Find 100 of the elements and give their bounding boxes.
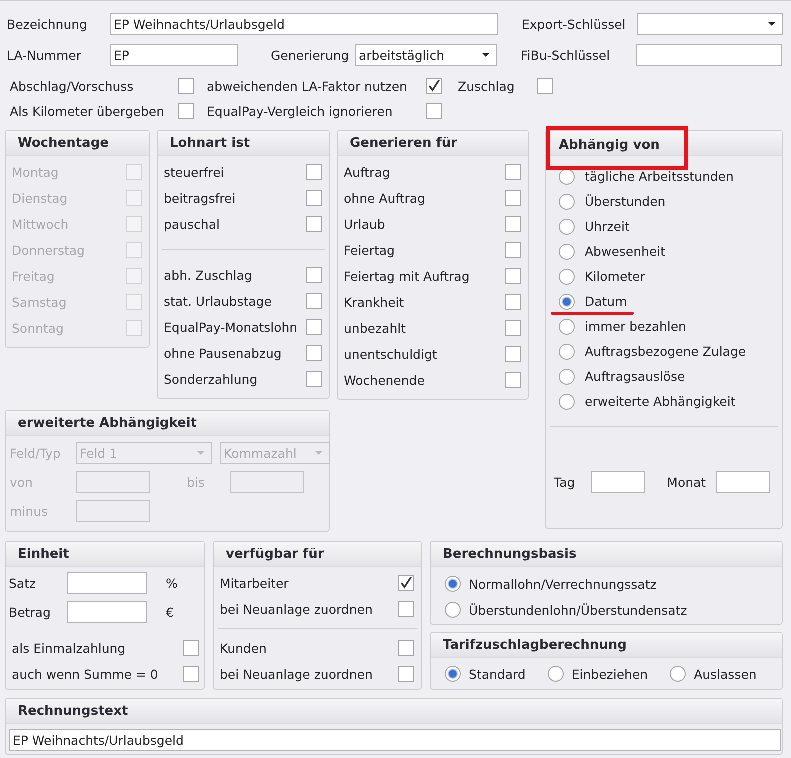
checkbox-label: Donnerstag	[12, 242, 85, 258]
radio-button[interactable]	[559, 344, 575, 360]
checkbox-label: bei Neuanlage zuordnen	[220, 602, 373, 616]
checkbox[interactable]	[505, 372, 521, 388]
radio-button[interactable]	[445, 576, 461, 592]
radio-button[interactable]	[559, 294, 575, 310]
checkbox-label: Samstag	[12, 294, 67, 310]
input-field[interactable]: EP	[110, 44, 238, 66]
radio-button[interactable]	[445, 666, 461, 682]
checkbox[interactable]	[306, 293, 322, 309]
input-field[interactable]: EP Weihnachts/Urlaubsgeld	[110, 13, 498, 35]
checkbox[interactable]	[398, 666, 414, 682]
checkbox-label: Mittwoch	[12, 216, 69, 232]
checkbox[interactable]	[398, 601, 414, 617]
checkbox[interactable]	[505, 320, 521, 336]
checkbox-label: steuerfrei	[164, 164, 224, 180]
radio-button[interactable]	[670, 666, 686, 682]
radio-button[interactable]	[559, 268, 575, 284]
field-label: bis	[186, 474, 206, 490]
radio-button[interactable]	[559, 194, 575, 210]
checkbox[interactable]	[426, 78, 442, 94]
checkbox[interactable]	[505, 216, 521, 232]
unit-label: %	[166, 576, 178, 590]
radio-button[interactable]	[559, 218, 575, 234]
checkbox[interactable]	[398, 575, 414, 591]
radio-label: Einbeziehen	[572, 666, 648, 682]
checkbox-label: ohne Auftrag	[344, 190, 426, 206]
checkbox[interactable]	[306, 319, 322, 335]
dropdown[interactable]: arbeitstäglich	[355, 44, 497, 66]
checkbox-label: als Einmalzahlung	[12, 640, 126, 656]
checkbox[interactable]	[178, 103, 194, 119]
checkbox[interactable]	[183, 640, 199, 656]
checkbox-label: Wochenende	[344, 372, 425, 388]
input-field[interactable]	[591, 471, 646, 493]
input-field[interactable]	[67, 601, 147, 623]
checkbox[interactable]	[426, 103, 442, 119]
radio-button[interactable]	[559, 394, 575, 410]
group-title: Generieren für	[350, 136, 458, 150]
checkbox-label: Sonntag	[12, 320, 64, 336]
checkbox[interactable]	[306, 190, 322, 206]
checkbox[interactable]	[306, 267, 322, 283]
dropdown[interactable]	[637, 13, 783, 35]
field-label: Tag	[554, 474, 576, 490]
checkbox[interactable]	[505, 242, 521, 258]
checkbox[interactable]	[178, 78, 194, 94]
checkbox[interactable]	[306, 371, 322, 387]
group-title: verfügbar für	[226, 546, 324, 562]
radio-button[interactable]	[559, 368, 575, 384]
radio-label: Abwesenheit	[585, 244, 666, 259]
input-field[interactable]	[636, 44, 782, 66]
input-field[interactable]	[716, 471, 770, 493]
radio-label: Überstundenlohn/Überstundensatz	[469, 602, 688, 618]
checkbox-label: Montag	[12, 164, 59, 180]
unit-label: €	[166, 604, 174, 620]
checkbox[interactable]	[306, 345, 322, 361]
checkbox-label: Freitag	[12, 268, 55, 284]
radio-button[interactable]	[548, 666, 564, 682]
caret-icon	[482, 53, 490, 57]
checkbox[interactable]	[306, 164, 322, 180]
checkbox-label: pauschal	[164, 216, 220, 232]
checkbox-label: unbezahlt	[344, 320, 406, 336]
checkbox[interactable]	[537, 78, 553, 94]
checkbox-label: Dienstag	[12, 190, 68, 206]
checkbox[interactable]	[183, 666, 199, 682]
checkbox-label: auch wenn Summe = 0	[12, 666, 158, 682]
checkbox-label: stat. Urlaubstage	[164, 294, 272, 308]
checkbox-label: Feiertag mit Auftrag	[344, 268, 470, 284]
checkbox-label: abweichenden LA-Faktor nutzen	[207, 78, 408, 94]
input-field[interactable]: EP Weihnachts/Urlaubsgeld	[9, 729, 781, 751]
group-title: Wochentage	[18, 136, 109, 150]
field-label: Generierung	[271, 48, 350, 62]
checkbox-label: Als Kilometer übergeben	[10, 104, 166, 118]
radio-label: Uhrzeit	[585, 219, 630, 234]
radio-label: Normallohn/Verrechnungssatz	[469, 576, 657, 592]
checkbox[interactable]	[505, 164, 521, 180]
checkbox-label: beitragsfrei	[164, 190, 236, 206]
checkbox-label: Auftrag	[344, 164, 390, 180]
radio-button[interactable]	[445, 602, 461, 618]
radio-button[interactable]	[559, 318, 575, 334]
radio-label: Auftragsbezogene Zulage	[585, 344, 746, 359]
checkbox[interactable]	[505, 294, 521, 310]
radio-label: erweiterte Abhängigkeit	[585, 394, 736, 409]
checkbox-label: Feiertag	[344, 242, 395, 258]
checkbox-label: abh. Zuschlag	[164, 268, 252, 282]
checkbox[interactable]	[306, 216, 322, 232]
field-label: von	[10, 474, 34, 490]
input-field[interactable]	[67, 572, 147, 594]
checkbox-label: unentschuldigt	[344, 346, 438, 362]
checkbox[interactable]	[505, 268, 521, 284]
radio-label: Auftragsauslöse	[585, 369, 686, 384]
checkbox-label: Zuschlag	[458, 78, 516, 94]
checkbox[interactable]	[505, 346, 521, 362]
caret-icon	[315, 451, 323, 455]
group-title: erweiterte Abhängigkeit	[18, 416, 198, 430]
field-label: FiBu-Schlüssel	[521, 48, 612, 62]
checkbox[interactable]	[398, 640, 414, 656]
radio-button[interactable]	[559, 244, 575, 260]
checkbox-label: Abschlag/Vorschuss	[10, 78, 135, 94]
group-title: Lohnart ist	[170, 136, 250, 150]
checkbox[interactable]	[505, 190, 521, 206]
